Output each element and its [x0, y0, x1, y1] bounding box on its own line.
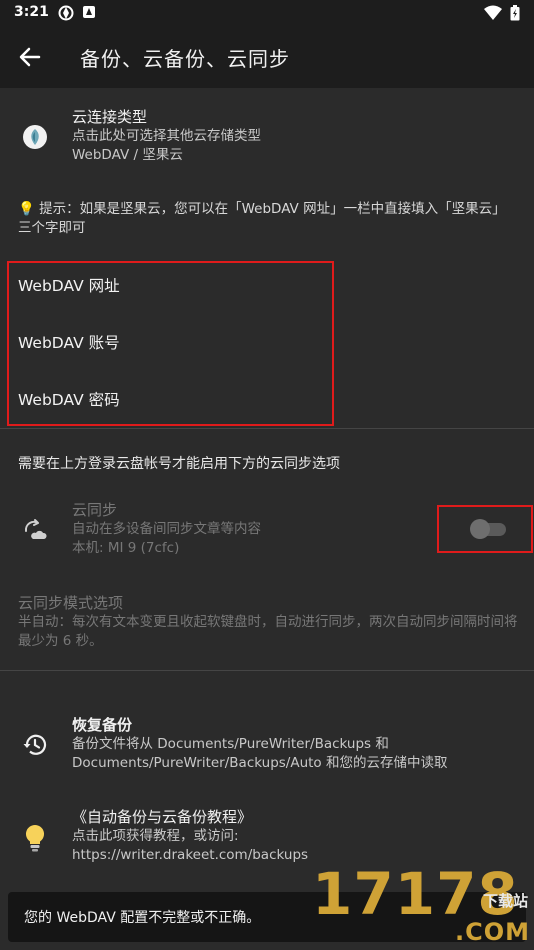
cloud-provider-logo-icon: [23, 125, 47, 149]
sync-mode-title: 云同步模式选项: [18, 594, 124, 612]
webdav-password-field[interactable]: WebDAV 密码: [18, 388, 120, 410]
restore-backup-row[interactable]: 恢复备份 备份文件将从 Documents/PureWriter/Backups…: [0, 712, 534, 778]
tutorial-title: 《自动备份与云备份教程》: [72, 808, 253, 826]
divider: [0, 670, 534, 671]
webdav-url-field[interactable]: WebDAV 网址: [18, 274, 120, 296]
arrow-back-icon: [19, 47, 41, 67]
battery-icon: [510, 5, 520, 21]
sync-requirement-note: 需要在上方登录云盘帐号才能启用下方的云同步选项: [18, 456, 340, 472]
app-notification-icon: [83, 6, 95, 18]
cloud-type-value: WebDAV / 坚果云: [72, 147, 183, 163]
lightbulb-icon: [25, 824, 45, 852]
page-title: 备份、云备份、云同步: [80, 47, 290, 71]
tutorial-link[interactable]: https://writer.drakeet.com/backups: [72, 846, 308, 865]
cloud-sync-icon: [24, 519, 47, 539]
cloud-type-subtitle: 点击此处可选择其他云存储类型: [72, 128, 261, 144]
sync-mode-row[interactable]: 云同步模式选项 半自动：每次有文本变更且收起软键盘时，自动进行同步，两次自动同步…: [18, 593, 524, 651]
hint-text: 💡 提示：如果是坚果云，您可以在「WebDAV 网址」一栏中直接填入「坚果云」三…: [18, 201, 506, 236]
watermark-site-label: 下载站: [482, 892, 528, 910]
watermark-logo: 17178 下载站 .COM: [312, 860, 534, 950]
cloud-type-row[interactable]: 云连接类型 点击此处可选择其他云存储类型 WebDAV / 坚果云: [0, 104, 534, 170]
app-bar: 备份、云备份、云同步: [0, 26, 534, 88]
watermark-domain: .COM: [454, 918, 530, 946]
cloud-sync-subtitle: 自动在多设备间同步文章等内容: [72, 521, 261, 537]
cloud-sync-device: 本机: MI 9 (7cfc): [72, 540, 180, 556]
status-bar: 3:21: [0, 0, 534, 26]
camera-shutter-icon: [58, 5, 74, 21]
restore-backup-title: 恢复备份: [72, 716, 133, 734]
cloud-type-title: 云连接类型: [72, 108, 148, 126]
snackbar-message: 您的 WebDAV 配置不完整或不正确。: [24, 910, 261, 926]
restore-backup-subtitle: 备份文件将从 Documents/PureWriter/Backups 和 Do…: [72, 736, 448, 771]
cloud-sync-title: 云同步: [72, 501, 118, 519]
status-time: 3:21: [14, 4, 49, 20]
cloud-sync-toggle[interactable]: [470, 518, 506, 540]
tutorial-subtitle: 点击此项获得教程，或访问:: [72, 828, 239, 844]
back-button[interactable]: [12, 39, 48, 75]
history-icon: [23, 734, 47, 755]
toggle-thumb: [470, 519, 490, 539]
webdav-account-field[interactable]: WebDAV 账号: [18, 331, 120, 353]
divider: [0, 428, 534, 429]
wifi-icon: [484, 5, 502, 20]
sync-mode-subtitle: 半自动：每次有文本变更且收起软键盘时，自动进行同步，两次自动同步间隔时间将最少为…: [18, 614, 518, 649]
